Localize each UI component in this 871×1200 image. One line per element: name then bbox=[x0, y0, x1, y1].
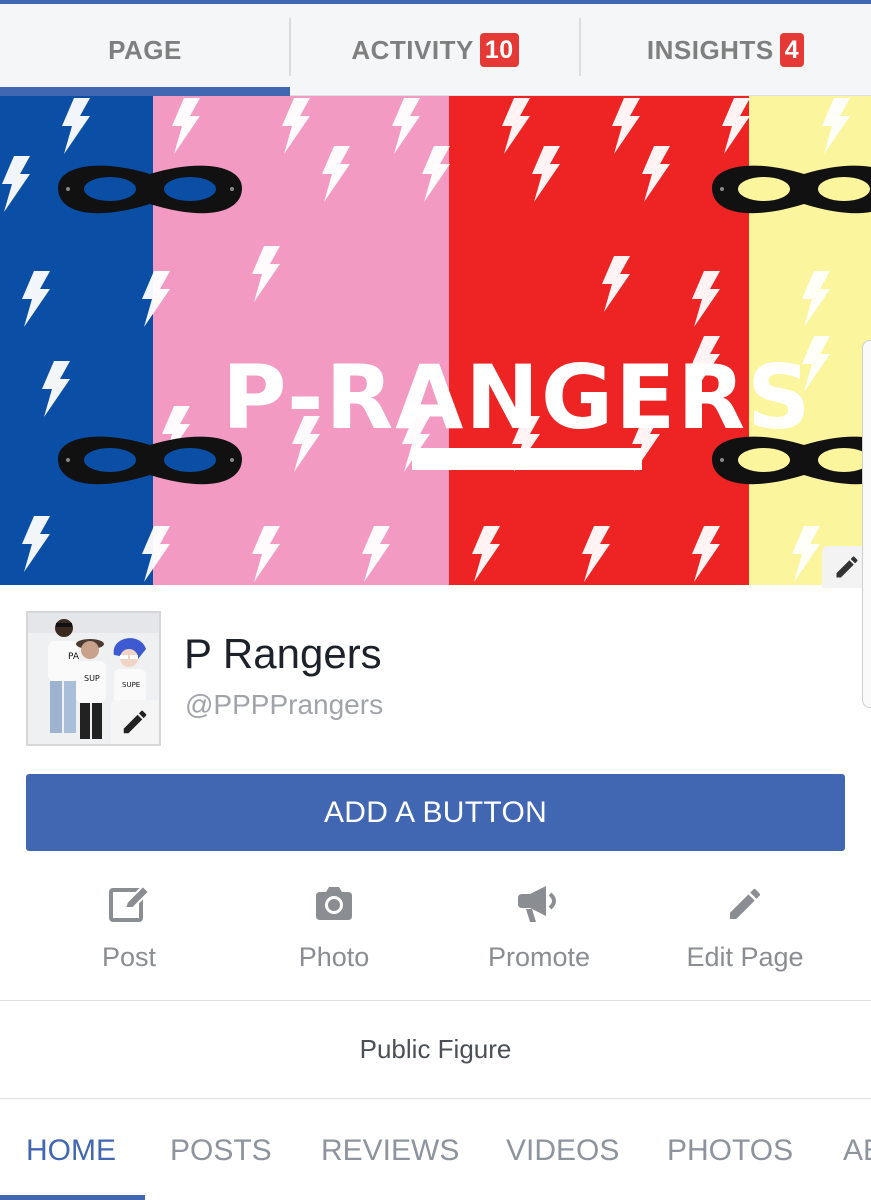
section-divider bbox=[0, 1098, 871, 1099]
edit-profile-picture-button[interactable] bbox=[111, 700, 159, 744]
edit-page-label: Edit Page bbox=[686, 942, 804, 972]
svg-text:PA: PA bbox=[68, 652, 80, 662]
cover-title-underline bbox=[412, 448, 642, 470]
avatar[interactable]: PA SUP SUPE bbox=[26, 611, 161, 746]
tab-about[interactable]: AB bbox=[843, 1134, 871, 1168]
tab-photos[interactable]: PHOTOS bbox=[667, 1134, 793, 1168]
promote-action-button[interactable]: Promote bbox=[439, 880, 639, 980]
cover-title-text: P-RANGERS bbox=[222, 346, 813, 449]
svg-text:SUPE: SUPE bbox=[122, 681, 140, 689]
top-tab-bar: PAGE ACTIVITY 10 INSIGHTS 4 bbox=[0, 4, 871, 97]
active-tab-indicator bbox=[0, 1195, 145, 1200]
tab-videos[interactable]: VIDEOS bbox=[506, 1134, 619, 1168]
tab-activity[interactable]: ACTIVITY 10 bbox=[290, 4, 580, 96]
tab-page-label: PAGE bbox=[108, 34, 182, 65]
lightning-mask-pattern bbox=[2, 98, 871, 582]
compose-icon bbox=[105, 880, 153, 928]
section-divider bbox=[0, 1000, 871, 1001]
tab-insights[interactable]: INSIGHTS 4 bbox=[580, 4, 871, 96]
pencil-icon bbox=[836, 556, 858, 578]
svg-text:SUP: SUP bbox=[84, 674, 100, 683]
megaphone-icon bbox=[515, 880, 563, 928]
pencil-icon bbox=[721, 880, 769, 928]
add-a-button[interactable]: ADD A BUTTON bbox=[26, 774, 845, 851]
tab-insights-label: INSIGHTS bbox=[646, 34, 774, 65]
page-username: @PPPPrangers bbox=[185, 689, 384, 720]
tab-home[interactable]: HOME bbox=[26, 1134, 116, 1168]
tab-page[interactable]: PAGE bbox=[0, 4, 290, 96]
post-label: Post bbox=[101, 942, 157, 972]
tab-reviews[interactable]: REVIEWS bbox=[321, 1134, 459, 1168]
edit-page-action-button[interactable]: Edit Page bbox=[645, 880, 845, 980]
scroll-handle[interactable] bbox=[862, 340, 871, 708]
photo-label: Photo bbox=[298, 942, 370, 972]
cover-photo[interactable]: P-RANGERS bbox=[0, 96, 871, 585]
page-title: P Rangers bbox=[184, 630, 382, 677]
insights-count-badge: 4 bbox=[779, 33, 805, 67]
photo-action-button[interactable]: Photo bbox=[234, 880, 434, 980]
page-category: Public Figure bbox=[359, 1034, 512, 1064]
tab-activity-label: ACTIVITY bbox=[351, 34, 474, 65]
tab-posts[interactable]: POSTS bbox=[170, 1134, 272, 1168]
pencil-icon bbox=[123, 710, 147, 734]
camera-icon bbox=[310, 880, 358, 928]
promote-label: Promote bbox=[487, 942, 591, 972]
post-action-button[interactable]: Post bbox=[29, 880, 229, 980]
activity-count-badge: 10 bbox=[479, 33, 519, 67]
